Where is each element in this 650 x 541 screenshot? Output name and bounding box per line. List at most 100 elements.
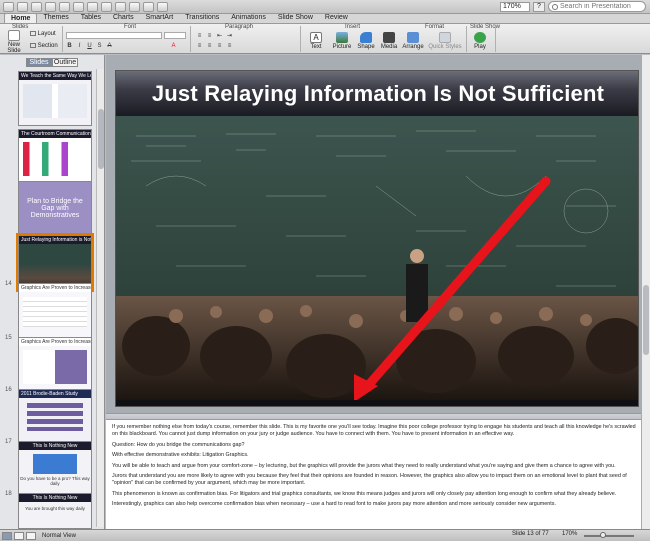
scrollbar-thumb[interactable] bbox=[98, 109, 104, 169]
layout-button[interactable]: Layout bbox=[30, 31, 56, 37]
outdent-icon[interactable]: ⇤ bbox=[216, 33, 223, 40]
group-label-insert: Insert bbox=[345, 24, 361, 30]
arrange-button[interactable]: Arrange bbox=[400, 32, 426, 50]
insert-media-button[interactable]: Media bbox=[378, 32, 400, 50]
paste-icon[interactable] bbox=[87, 1, 98, 12]
tab-review[interactable]: Review bbox=[319, 13, 354, 23]
tab-slide-show[interactable]: Slide Show bbox=[272, 13, 319, 23]
insert-shape-button[interactable]: Shape bbox=[355, 32, 377, 50]
slide-title[interactable]: Just Relaying Information Is Not Suffici… bbox=[152, 81, 604, 107]
font-size-field[interactable] bbox=[164, 32, 186, 39]
tab-smartart[interactable]: SmartArt bbox=[140, 13, 180, 23]
zoom-slider-knob[interactable] bbox=[600, 532, 606, 538]
notes-page-icon[interactable] bbox=[26, 531, 36, 540]
align-center-icon[interactable]: ≡ bbox=[206, 43, 213, 50]
notes-paragraph: Question: How do you bridge the communic… bbox=[112, 441, 245, 448]
underline-icon[interactable]: U bbox=[86, 43, 93, 50]
search-input[interactable] bbox=[560, 2, 645, 11]
slide-sorter-icon[interactable] bbox=[14, 531, 24, 540]
tab-themes[interactable]: Themes bbox=[37, 13, 74, 23]
group-label-format: Format bbox=[425, 24, 445, 30]
redo-icon[interactable] bbox=[129, 1, 140, 12]
separator bbox=[466, 26, 467, 52]
thumb-graphic bbox=[27, 403, 83, 431]
view-name: Normal View bbox=[42, 532, 76, 539]
bullets-icon[interactable]: ≡ bbox=[196, 33, 203, 40]
tab-outline[interactable]: Outline bbox=[52, 58, 78, 67]
section-icon bbox=[30, 43, 36, 48]
separator bbox=[495, 26, 496, 52]
status-zoom: 170% bbox=[562, 531, 578, 537]
normal-view-icon[interactable] bbox=[2, 531, 12, 540]
text-box-icon: A bbox=[310, 32, 322, 43]
slide-thumbnail[interactable]: 16 2011 Brodie-Baden Study bbox=[0, 387, 95, 447]
scrollbar-thumb[interactable] bbox=[643, 285, 649, 355]
play-button[interactable]: Play bbox=[470, 32, 490, 50]
tab-charts[interactable]: Charts bbox=[107, 13, 140, 23]
new-slide-icon bbox=[8, 30, 20, 41]
media-browser-icon[interactable] bbox=[143, 1, 154, 12]
print-icon[interactable] bbox=[45, 1, 56, 12]
layout-icon bbox=[30, 31, 36, 36]
indent-icon[interactable]: ⇥ bbox=[226, 33, 233, 40]
current-slide[interactable]: Just Relaying Information Is Not Suffici… bbox=[115, 70, 639, 407]
arrange-icon bbox=[407, 32, 419, 43]
notes-paragraph: With effective demonstrative exhibits: L… bbox=[112, 452, 249, 458]
quick-styles-button[interactable]: Quick Styles bbox=[428, 32, 462, 50]
quick-styles-icon bbox=[439, 32, 451, 43]
slide-thumbnail[interactable]: 15 Graphics Are Proven to Increase Persu… bbox=[0, 335, 95, 395]
lecture-hall-photo[interactable] bbox=[116, 116, 639, 400]
undo-icon[interactable] bbox=[115, 1, 126, 12]
numbering-icon[interactable]: ≡ bbox=[206, 33, 213, 40]
play-icon bbox=[474, 32, 486, 43]
slide-footer bbox=[116, 400, 638, 406]
tab-home[interactable]: Home bbox=[4, 13, 38, 23]
font-color-icon[interactable]: A bbox=[170, 43, 177, 50]
justify-icon[interactable]: ≡ bbox=[226, 43, 233, 50]
help-icon[interactable]: ? bbox=[533, 1, 545, 12]
align-right-icon[interactable]: ≡ bbox=[216, 43, 223, 50]
copy-icon[interactable] bbox=[73, 1, 84, 12]
insert-text-button[interactable]: A Text bbox=[305, 32, 327, 50]
thumb-graphic bbox=[23, 84, 87, 118]
slide-scrollbar[interactable] bbox=[641, 55, 650, 529]
save-icon[interactable] bbox=[31, 1, 42, 12]
cut-icon[interactable] bbox=[59, 1, 70, 12]
slide-thumbnail[interactable]: The Courtroom Communication Gap bbox=[0, 127, 95, 187]
tab-tables[interactable]: Tables bbox=[75, 13, 107, 23]
slide-thumbnail[interactable]: 17 This Is Nothing New Do you have to be… bbox=[0, 439, 95, 499]
top-toolbar: 170% ? bbox=[0, 0, 650, 14]
gallery-icon[interactable] bbox=[157, 1, 168, 12]
thumb-graphic bbox=[23, 350, 87, 384]
slide-title-bar: Just Relaying Information Is Not Suffici… bbox=[116, 71, 638, 116]
slide-editor: Just Relaying Information Is Not Suffici… bbox=[106, 55, 641, 413]
format-painter-icon[interactable] bbox=[101, 1, 112, 12]
notes-pane[interactable]: If you remember nothing else from today'… bbox=[106, 419, 641, 529]
slide-thumbnail[interactable]: 14 Graphics Are Proven to Increase Persu… bbox=[0, 281, 95, 341]
notes-paragraph: You will be able to teach and argue from… bbox=[112, 462, 616, 469]
tab-transitions[interactable]: Transitions bbox=[179, 13, 225, 23]
zoom-field[interactable]: 170% bbox=[500, 1, 530, 12]
slide-thumbnail[interactable]: We Teach the Same Way We Learn bbox=[0, 69, 95, 129]
italic-icon[interactable]: I bbox=[76, 43, 83, 50]
bold-icon[interactable]: B bbox=[66, 43, 73, 50]
zoom-slider[interactable] bbox=[584, 535, 634, 537]
font-name-field[interactable] bbox=[66, 32, 162, 39]
thumb-graphic bbox=[33, 454, 77, 474]
slides-pane-scrollbar[interactable] bbox=[96, 69, 104, 527]
open-icon[interactable] bbox=[17, 1, 28, 12]
new-slide-button[interactable]: New Slide bbox=[2, 30, 26, 54]
section-button[interactable]: Section bbox=[30, 43, 58, 49]
ribbon: Slides Font Paragraph Insert Format Slid… bbox=[0, 24, 650, 54]
new-icon[interactable] bbox=[3, 1, 14, 12]
separator bbox=[300, 26, 301, 52]
tab-animations[interactable]: Animations bbox=[225, 13, 272, 23]
insert-picture-button[interactable]: Picture bbox=[330, 32, 354, 50]
tab-slides[interactable]: Slides bbox=[26, 58, 52, 67]
search-box[interactable] bbox=[548, 1, 646, 12]
slide-thumbnail[interactable]: Plan to Bridge the Gap with Demonstrativ… bbox=[0, 179, 95, 239]
align-left-icon[interactable]: ≡ bbox=[196, 43, 203, 50]
group-label-paragraph: Paragraph bbox=[225, 24, 254, 30]
strikethrough-icon[interactable]: A bbox=[106, 43, 113, 50]
shadow-icon[interactable]: S bbox=[96, 43, 103, 50]
